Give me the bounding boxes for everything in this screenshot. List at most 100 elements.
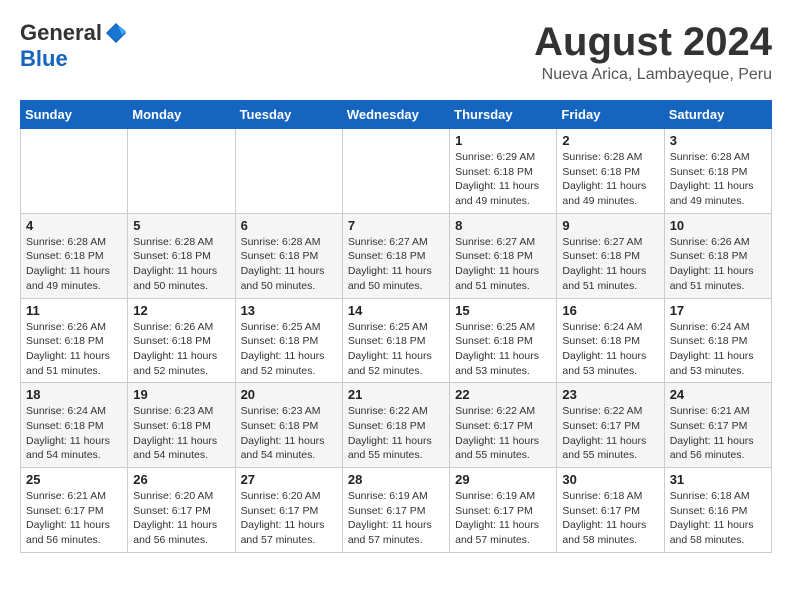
calendar-cell [342, 129, 449, 214]
calendar-cell [235, 129, 342, 214]
day-number: 30 [562, 472, 658, 487]
calendar-cell [128, 129, 235, 214]
day-number: 15 [455, 303, 551, 318]
day-number: 22 [455, 387, 551, 402]
logo-icon [104, 21, 128, 45]
calendar-cell: 29 Sunrise: 6:19 AM Sunset: 6:17 PM Dayli… [450, 468, 557, 553]
calendar-cell: 31 Sunrise: 6:18 AM Sunset: 6:16 PM Dayli… [664, 468, 771, 553]
calendar-cell: 27 Sunrise: 6:20 AM Sunset: 6:17 PM Dayli… [235, 468, 342, 553]
calendar-cell: 3 Sunrise: 6:28 AM Sunset: 6:18 PM Daylig… [664, 129, 771, 214]
day-number: 25 [26, 472, 122, 487]
calendar-cell: 20 Sunrise: 6:23 AM Sunset: 6:18 PM Dayli… [235, 383, 342, 468]
day-number: 16 [562, 303, 658, 318]
day-number: 18 [26, 387, 122, 402]
calendar-cell: 18 Sunrise: 6:24 AM Sunset: 6:18 PM Dayli… [21, 383, 128, 468]
day-detail: Sunrise: 6:24 AM Sunset: 6:18 PM Dayligh… [562, 320, 658, 379]
day-number: 1 [455, 133, 551, 148]
logo: General Blue [20, 20, 128, 72]
weekday-monday: Monday [128, 101, 235, 129]
calendar-cell: 17 Sunrise: 6:24 AM Sunset: 6:18 PM Dayli… [664, 298, 771, 383]
day-number: 8 [455, 218, 551, 233]
weekday-tuesday: Tuesday [235, 101, 342, 129]
weekday-header-row: SundayMondayTuesdayWednesdayThursdayFrid… [21, 101, 772, 129]
day-detail: Sunrise: 6:23 AM Sunset: 6:18 PM Dayligh… [241, 404, 337, 463]
day-detail: Sunrise: 6:18 AM Sunset: 6:16 PM Dayligh… [670, 489, 766, 548]
calendar-cell: 23 Sunrise: 6:22 AM Sunset: 6:17 PM Dayli… [557, 383, 664, 468]
day-detail: Sunrise: 6:28 AM Sunset: 6:18 PM Dayligh… [26, 235, 122, 294]
day-number: 6 [241, 218, 337, 233]
day-number: 12 [133, 303, 229, 318]
calendar-cell: 7 Sunrise: 6:27 AM Sunset: 6:18 PM Daylig… [342, 213, 449, 298]
day-detail: Sunrise: 6:26 AM Sunset: 6:18 PM Dayligh… [670, 235, 766, 294]
page-header: General Blue August 2024 Nueva Arica, La… [20, 20, 772, 84]
day-number: 20 [241, 387, 337, 402]
day-number: 9 [562, 218, 658, 233]
day-number: 19 [133, 387, 229, 402]
calendar-cell: 5 Sunrise: 6:28 AM Sunset: 6:18 PM Daylig… [128, 213, 235, 298]
week-row-3: 11 Sunrise: 6:26 AM Sunset: 6:18 PM Dayli… [21, 298, 772, 383]
calendar-cell: 28 Sunrise: 6:19 AM Sunset: 6:17 PM Dayli… [342, 468, 449, 553]
day-number: 24 [670, 387, 766, 402]
logo-blue: Blue [20, 46, 68, 72]
day-detail: Sunrise: 6:18 AM Sunset: 6:17 PM Dayligh… [562, 489, 658, 548]
day-detail: Sunrise: 6:26 AM Sunset: 6:18 PM Dayligh… [133, 320, 229, 379]
day-detail: Sunrise: 6:22 AM Sunset: 6:17 PM Dayligh… [562, 404, 658, 463]
week-row-4: 18 Sunrise: 6:24 AM Sunset: 6:18 PM Dayli… [21, 383, 772, 468]
day-number: 28 [348, 472, 444, 487]
day-number: 21 [348, 387, 444, 402]
calendar-cell: 22 Sunrise: 6:22 AM Sunset: 6:17 PM Dayli… [450, 383, 557, 468]
day-detail: Sunrise: 6:27 AM Sunset: 6:18 PM Dayligh… [455, 235, 551, 294]
location: Nueva Arica, Lambayeque, Peru [534, 66, 772, 84]
calendar-cell: 10 Sunrise: 6:26 AM Sunset: 6:18 PM Dayli… [664, 213, 771, 298]
week-row-2: 4 Sunrise: 6:28 AM Sunset: 6:18 PM Daylig… [21, 213, 772, 298]
weekday-wednesday: Wednesday [342, 101, 449, 129]
calendar-table: SundayMondayTuesdayWednesdayThursdayFrid… [20, 100, 772, 553]
calendar-cell: 15Sunrise: 6:25 AM Sunset: 6:18 PM Dayli… [450, 298, 557, 383]
calendar-cell: 14 Sunrise: 6:25 AM Sunset: 6:18 PM Dayli… [342, 298, 449, 383]
day-detail: Sunrise: 6:21 AM Sunset: 6:17 PM Dayligh… [26, 489, 122, 548]
day-detail: Sunrise: 6:22 AM Sunset: 6:17 PM Dayligh… [455, 404, 551, 463]
day-number: 14 [348, 303, 444, 318]
calendar-cell: 8 Sunrise: 6:27 AM Sunset: 6:18 PM Daylig… [450, 213, 557, 298]
calendar-cell: 30 Sunrise: 6:18 AM Sunset: 6:17 PM Dayli… [557, 468, 664, 553]
day-number: 29 [455, 472, 551, 487]
day-number: 27 [241, 472, 337, 487]
day-detail: Sunrise: 6:23 AM Sunset: 6:18 PM Dayligh… [133, 404, 229, 463]
day-detail: Sunrise: 6:25 AM Sunset: 6:18 PM Dayligh… [241, 320, 337, 379]
day-number: 17 [670, 303, 766, 318]
day-number: 31 [670, 472, 766, 487]
calendar-cell: 9 Sunrise: 6:27 AM Sunset: 6:18 PM Daylig… [557, 213, 664, 298]
day-number: 11 [26, 303, 122, 318]
day-detail: Sunrise: 6:19 AM Sunset: 6:17 PM Dayligh… [348, 489, 444, 548]
day-detail: Sunrise: 6:19 AM Sunset: 6:17 PM Dayligh… [455, 489, 551, 548]
day-number: 26 [133, 472, 229, 487]
calendar-cell: 4 Sunrise: 6:28 AM Sunset: 6:18 PM Daylig… [21, 213, 128, 298]
day-number: 7 [348, 218, 444, 233]
day-detail: Sunrise: 6:28 AM Sunset: 6:18 PM Dayligh… [670, 150, 766, 209]
calendar-cell: 26 Sunrise: 6:20 AM Sunset: 6:17 PM Dayli… [128, 468, 235, 553]
calendar-cell: 12 Sunrise: 6:26 AM Sunset: 6:18 PM Dayli… [128, 298, 235, 383]
calendar-cell: 11Sunrise: 6:26 AM Sunset: 6:18 PM Dayli… [21, 298, 128, 383]
calendar-cell: 19 Sunrise: 6:23 AM Sunset: 6:18 PM Dayli… [128, 383, 235, 468]
weekday-sunday: Sunday [21, 101, 128, 129]
day-detail: Sunrise: 6:20 AM Sunset: 6:17 PM Dayligh… [133, 489, 229, 548]
month-year: August 2024 [534, 20, 772, 64]
day-number: 10 [670, 218, 766, 233]
day-detail: Sunrise: 6:27 AM Sunset: 6:18 PM Dayligh… [562, 235, 658, 294]
weekday-friday: Friday [557, 101, 664, 129]
day-detail: Sunrise: 6:25 AM Sunset: 6:18 PM Dayligh… [348, 320, 444, 379]
day-number: 23 [562, 387, 658, 402]
calendar-cell: 6Sunrise: 6:28 AM Sunset: 6:18 PM Daylig… [235, 213, 342, 298]
day-detail: Sunrise: 6:28 AM Sunset: 6:18 PM Dayligh… [133, 235, 229, 294]
day-detail: Sunrise: 6:24 AM Sunset: 6:18 PM Dayligh… [26, 404, 122, 463]
day-detail: Sunrise: 6:24 AM Sunset: 6:18 PM Dayligh… [670, 320, 766, 379]
day-detail: Sunrise: 6:27 AM Sunset: 6:18 PM Dayligh… [348, 235, 444, 294]
day-detail: Sunrise: 6:29 AM Sunset: 6:18 PM Dayligh… [455, 150, 551, 209]
day-number: 4 [26, 218, 122, 233]
day-detail: Sunrise: 6:20 AM Sunset: 6:17 PM Dayligh… [241, 489, 337, 548]
logo-general: General [20, 20, 102, 46]
calendar-cell [21, 129, 128, 214]
calendar-cell: 1 Sunrise: 6:29 AM Sunset: 6:18 PM Daylig… [450, 129, 557, 214]
day-number: 5 [133, 218, 229, 233]
day-number: 3 [670, 133, 766, 148]
